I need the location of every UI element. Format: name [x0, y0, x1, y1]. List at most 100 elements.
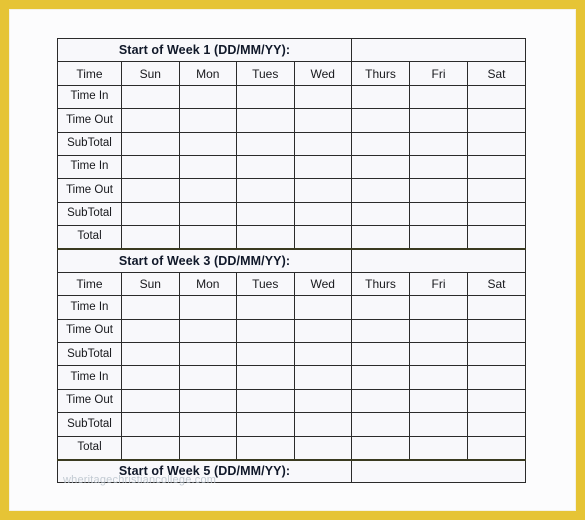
entry-cell[interactable] — [121, 342, 180, 367]
entry-cell[interactable] — [236, 131, 295, 156]
entry-cell[interactable] — [236, 108, 295, 133]
entry-cell[interactable] — [409, 84, 468, 110]
entry-cell[interactable] — [236, 201, 295, 227]
week-date-input-cell[interactable] — [350, 248, 527, 273]
entry-cell[interactable] — [178, 412, 237, 437]
entry-cell[interactable] — [293, 178, 352, 203]
entry-cell[interactable] — [466, 388, 527, 414]
total-cell[interactable] — [409, 225, 468, 251]
entry-cell[interactable] — [178, 342, 237, 367]
week-title-banner[interactable]: Start of Week 1 (DD/MM/YY): — [57, 37, 352, 63]
entry-cell[interactable] — [293, 295, 352, 320]
entry-cell[interactable] — [236, 84, 295, 110]
entry-cell[interactable] — [351, 131, 410, 156]
entry-cell[interactable] — [466, 295, 527, 320]
entry-cell[interactable] — [178, 84, 237, 110]
entry-cell[interactable] — [121, 201, 180, 227]
total-cell[interactable] — [466, 435, 527, 461]
entry-cell[interactable] — [409, 365, 468, 390]
entry-cell[interactable] — [236, 342, 295, 367]
entry-cell[interactable] — [178, 178, 237, 203]
entry-cell[interactable] — [121, 108, 180, 133]
entry-cell[interactable] — [121, 84, 180, 110]
entry-cell[interactable] — [178, 108, 237, 133]
entry-cell[interactable] — [351, 84, 410, 110]
entry-cell[interactable] — [466, 131, 527, 156]
total-cell[interactable] — [236, 225, 295, 251]
entry-cell[interactable] — [351, 318, 410, 344]
entry-cell[interactable] — [236, 388, 295, 414]
entry-cell[interactable] — [409, 318, 468, 344]
entry-cell[interactable] — [351, 295, 410, 320]
entry-cell[interactable] — [351, 388, 410, 414]
entry-cell[interactable] — [178, 201, 237, 227]
entry-cell[interactable] — [466, 365, 527, 390]
entry-cell[interactable] — [178, 388, 237, 414]
entry-cell[interactable] — [236, 365, 295, 390]
entry-cell[interactable] — [293, 154, 352, 180]
entry-cell[interactable] — [409, 108, 468, 133]
entry-cell[interactable] — [466, 178, 527, 203]
entry-cell[interactable] — [293, 201, 352, 227]
entry-cell[interactable] — [236, 412, 295, 437]
entry-cell[interactable] — [466, 108, 527, 133]
entry-cell[interactable] — [466, 154, 527, 180]
entry-cell[interactable] — [351, 201, 410, 227]
entry-cell[interactable] — [409, 154, 468, 180]
entry-cell[interactable] — [121, 318, 180, 344]
entry-cell[interactable] — [293, 318, 352, 344]
total-cell[interactable] — [351, 225, 410, 251]
entry-cell[interactable] — [121, 412, 180, 437]
week-title-banner[interactable]: Start of Week 3 (DD/MM/YY): — [57, 248, 352, 273]
entry-cell[interactable] — [121, 388, 180, 414]
total-cell[interactable] — [466, 225, 527, 251]
entry-cell[interactable] — [178, 154, 237, 180]
entry-cell[interactable] — [121, 365, 180, 390]
entry-cell[interactable] — [466, 342, 527, 367]
entry-cell[interactable] — [293, 388, 352, 414]
entry-cell[interactable] — [466, 201, 527, 227]
entry-cell[interactable] — [178, 295, 237, 320]
entry-cell[interactable] — [409, 342, 468, 367]
entry-cell[interactable] — [351, 154, 410, 180]
week-date-input-cell[interactable] — [350, 37, 527, 63]
entry-cell[interactable] — [409, 295, 468, 320]
entry-cell[interactable] — [409, 388, 468, 414]
entry-cell[interactable] — [293, 365, 352, 390]
entry-cell[interactable] — [409, 201, 468, 227]
total-cell[interactable] — [236, 435, 295, 461]
entry-cell[interactable] — [178, 365, 237, 390]
entry-cell[interactable] — [178, 318, 237, 344]
entry-cell[interactable] — [351, 412, 410, 437]
entry-cell[interactable] — [236, 154, 295, 180]
entry-cell[interactable] — [351, 178, 410, 203]
total-cell[interactable] — [121, 225, 180, 251]
entry-cell[interactable] — [293, 84, 352, 110]
total-cell[interactable] — [178, 225, 237, 251]
total-cell[interactable] — [351, 435, 410, 461]
entry-cell[interactable] — [236, 295, 295, 320]
week-title-banner[interactable]: Start of Week 5 (DD/MM/YY): — [57, 459, 352, 484]
entry-cell[interactable] — [351, 108, 410, 133]
entry-cell[interactable] — [351, 342, 410, 367]
total-cell[interactable] — [178, 435, 237, 461]
entry-cell[interactable] — [293, 108, 352, 133]
week-date-input-cell[interactable] — [350, 459, 527, 484]
entry-cell[interactable] — [236, 318, 295, 344]
entry-cell[interactable] — [351, 365, 410, 390]
entry-cell[interactable] — [121, 154, 180, 180]
entry-cell[interactable] — [466, 318, 527, 344]
entry-cell[interactable] — [178, 131, 237, 156]
total-cell[interactable] — [121, 435, 180, 461]
entry-cell[interactable] — [121, 295, 180, 320]
entry-cell[interactable] — [121, 131, 180, 156]
entry-cell[interactable] — [409, 178, 468, 203]
entry-cell[interactable] — [236, 178, 295, 203]
entry-cell[interactable] — [409, 412, 468, 437]
entry-cell[interactable] — [293, 342, 352, 367]
entry-cell[interactable] — [409, 131, 468, 156]
entry-cell[interactable] — [466, 412, 527, 437]
total-cell[interactable] — [293, 435, 352, 461]
entry-cell[interactable] — [121, 178, 180, 203]
entry-cell[interactable] — [293, 131, 352, 156]
